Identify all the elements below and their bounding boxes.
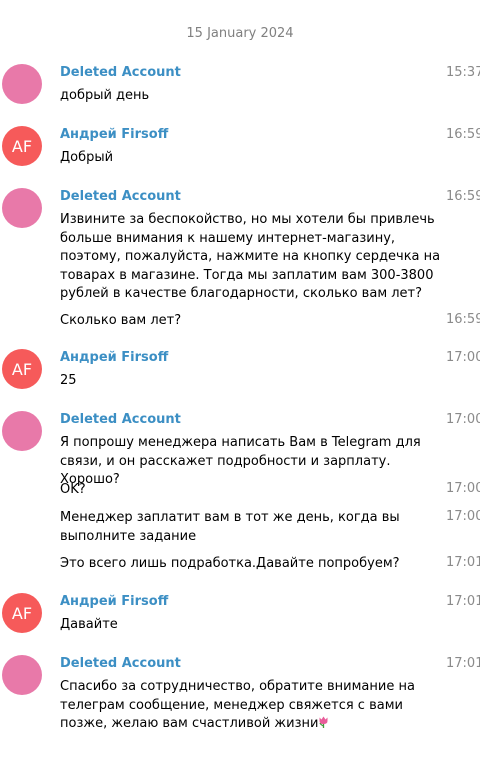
author-name[interactable]: Андрей Firsoff (60, 350, 168, 365)
avatar[interactable]: AF (2, 126, 42, 166)
message-text: Менеджер заплатит вам в тот же день, ког… (60, 510, 404, 544)
author-name[interactable]: Deleted Account (60, 656, 181, 671)
message-text: Извините за беспокойство, но мы хотели б… (60, 212, 445, 301)
message-text-body: Спасибо за сотрудничество, обратите вним… (60, 679, 420, 731)
message-text: Добрый (60, 150, 114, 165)
tulip-icon (319, 716, 328, 728)
message-time: 15:37 (446, 65, 480, 80)
message-time: 16:59 (446, 127, 480, 142)
message-time: 16:59 (446, 189, 480, 204)
message-time: 17:01 (446, 555, 480, 570)
message-time: 17:00 (446, 481, 480, 496)
author-name[interactable]: Андрей Firsoff (60, 594, 168, 609)
message-time: 17:00 (446, 350, 480, 365)
avatar[interactable] (2, 64, 42, 104)
message-text: Сколько вам лет? (60, 313, 182, 328)
message-time: 17:00 (446, 412, 480, 427)
message-time: 17:01 (446, 594, 480, 609)
avatar[interactable] (2, 411, 42, 451)
message-time: 17:00 (446, 509, 480, 524)
author-name[interactable]: Андрей Firsoff (60, 127, 168, 142)
message-text: добрый день (60, 88, 150, 103)
message-text: 25 (60, 373, 77, 388)
avatar[interactable]: AF (2, 593, 42, 633)
author-name[interactable]: Deleted Account (60, 412, 181, 427)
author-name[interactable]: Deleted Account (60, 189, 181, 204)
avatar[interactable] (2, 655, 42, 695)
message-text: Это всего лишь подработка.Давайте попроб… (60, 556, 400, 571)
date-separator: 15 January 2024 (186, 26, 294, 41)
message-time: 17:01 (446, 656, 480, 671)
message-text: Спасибо за сотрудничество, обратите вним… (60, 678, 442, 734)
avatar[interactable] (2, 188, 42, 228)
avatar[interactable]: AF (2, 349, 42, 389)
message-time: 16:59 (446, 312, 480, 327)
message-text: Давайте (60, 617, 118, 632)
author-name[interactable]: Deleted Account (60, 65, 181, 80)
message-text: OK? (60, 482, 86, 497)
